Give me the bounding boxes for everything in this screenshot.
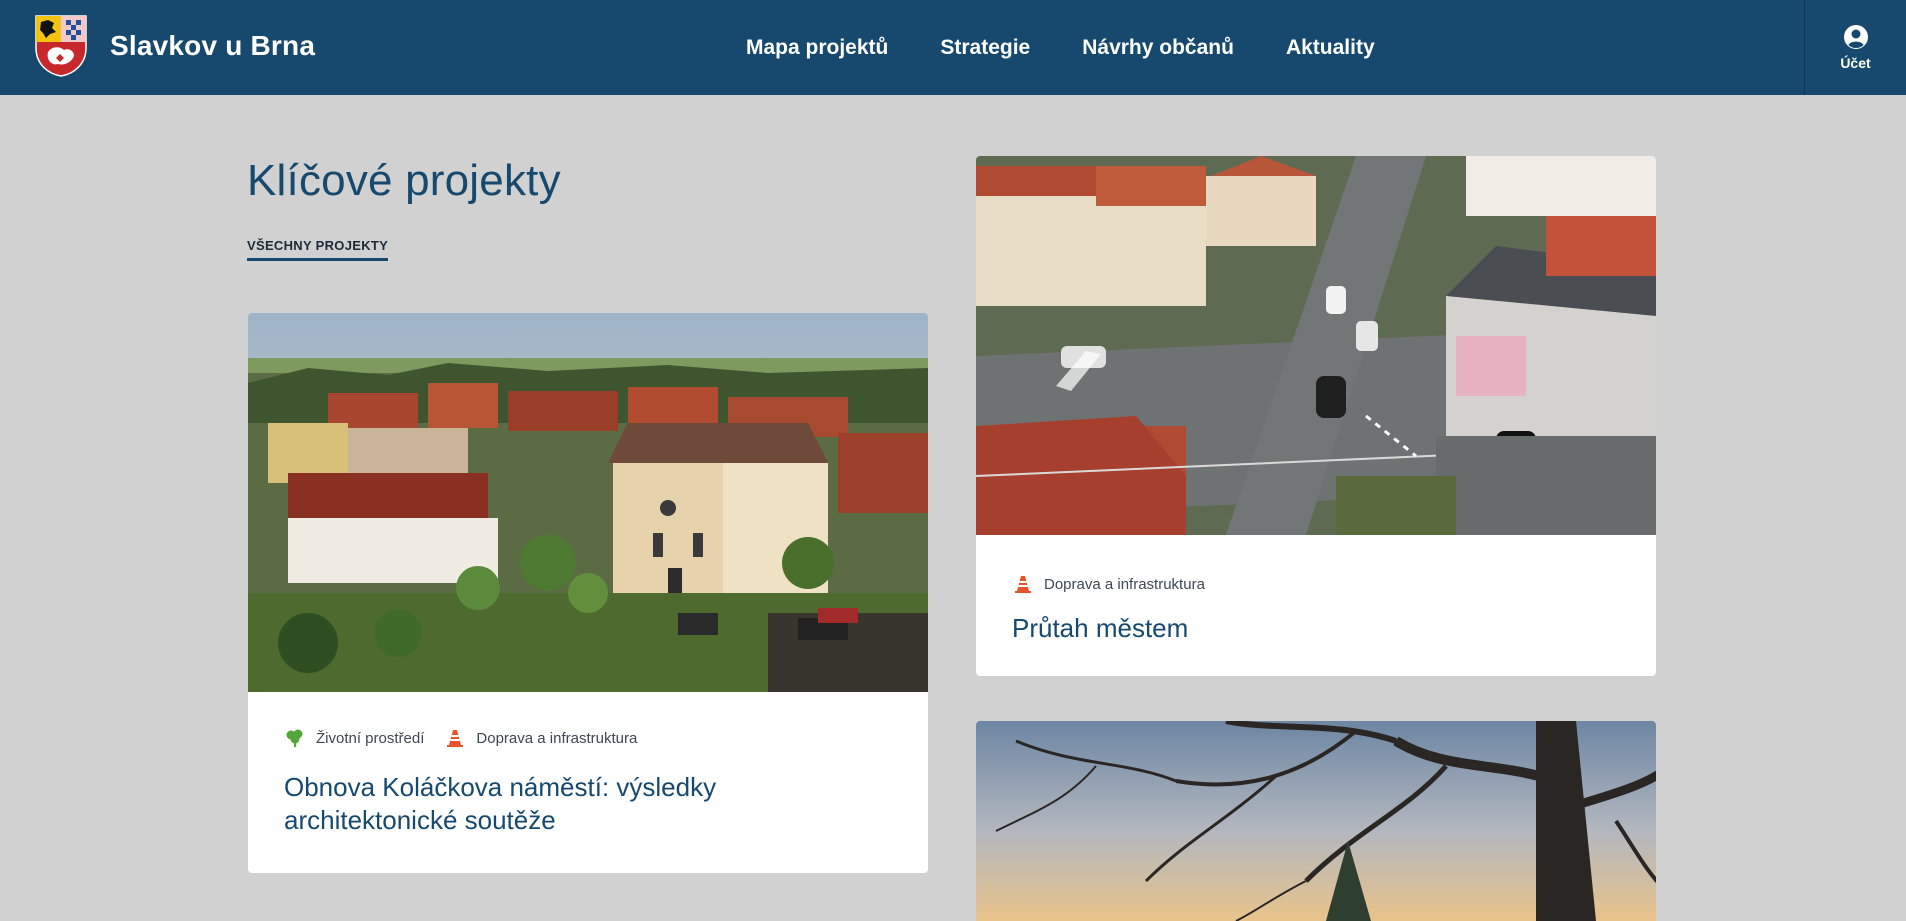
project-card[interactable]: Doprava a infrastruktura Průtah městem <box>976 156 1656 676</box>
all-projects-link[interactable]: VŠECHNY PROJEKTY <box>247 238 389 261</box>
project-card-title[interactable]: Obnova Koláčkova náměstí: výsledky archi… <box>284 771 892 837</box>
tag-doprava-a-infrastruktura[interactable]: Doprava a infrastruktura <box>1012 573 1205 595</box>
traffic-cone-icon <box>447 730 464 747</box>
tag-zivotni-prostredi[interactable]: Životní prostředí <box>284 727 424 749</box>
top-navigation-bar: Slavkov u Brna Mapa projektů Strategie N… <box>0 0 1906 95</box>
project-tags: Životní prostředí Doprava a infrastruktu… <box>284 727 892 749</box>
tag-doprava-a-infrastruktura[interactable]: Doprava a infrastruktura <box>444 727 637 749</box>
project-card-title[interactable]: Průtah městem <box>1012 612 1620 645</box>
user-circle-icon <box>1843 25 1868 49</box>
project-card-image <box>248 313 928 692</box>
page-title: Klíčové projekty <box>247 156 561 205</box>
tag-label: Doprava a infrastruktura <box>476 729 638 747</box>
traffic-cone-icon <box>1015 576 1031 593</box>
nav-item-aktuality[interactable]: Aktuality <box>1286 36 1375 60</box>
project-card[interactable]: Životní prostředí Doprava a infrastruktu… <box>248 313 928 873</box>
tag-label: Životní prostředí <box>316 729 425 747</box>
account-label: Účet <box>1840 55 1871 71</box>
project-tags: Doprava a infrastruktura <box>1012 573 1620 595</box>
project-card-body: Doprava a infrastruktura Průtah městem <box>976 573 1656 645</box>
coat-of-arms-icon <box>35 15 87 77</box>
nav-item-mapa-projektu[interactable]: Mapa projektů <box>746 36 888 60</box>
brand-home-link[interactable]: Slavkov u Brna <box>34 14 315 78</box>
brand-name: Slavkov u Brna <box>110 30 316 61</box>
scrollbar-track[interactable] <box>1900 95 1906 913</box>
tag-label: Doprava a infrastruktura <box>1044 575 1205 593</box>
tree-icon <box>286 729 303 747</box>
account-button[interactable]: Účet <box>1804 0 1906 95</box>
project-card[interactable] <box>976 721 1656 921</box>
nav-item-navrhy-obcanu[interactable]: Návrhy občanů <box>1082 36 1234 60</box>
nav-item-strategie[interactable]: Strategie <box>940 36 1030 60</box>
main-navigation: Mapa projektů Strategie Návrhy občanů Ak… <box>746 0 1375 95</box>
project-card-image <box>976 721 1656 921</box>
project-card-image <box>976 156 1656 535</box>
project-card-body: Životní prostředí Doprava a infrastruktu… <box>248 727 928 837</box>
